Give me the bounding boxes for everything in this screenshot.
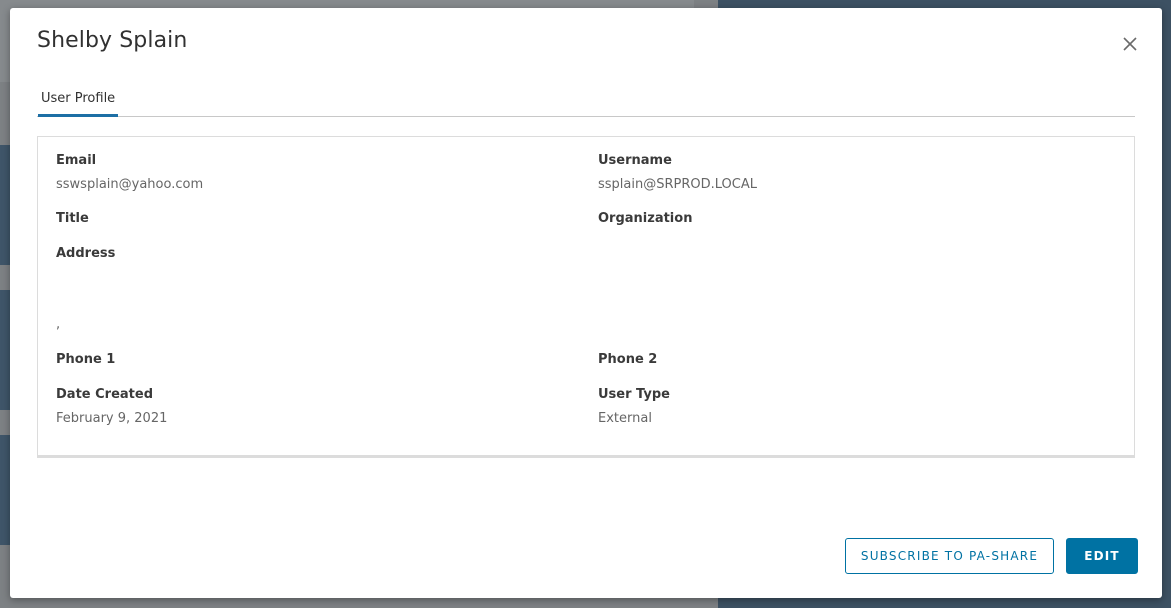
close-button[interactable]: [1120, 34, 1140, 54]
close-icon: [1123, 37, 1137, 51]
username-label: Username: [598, 153, 672, 168]
phone2-label: Phone 2: [598, 352, 658, 367]
email-value: sswsplain@yahoo.com: [56, 177, 204, 192]
email-label: Email: [56, 153, 97, 168]
user-profile-modal: Shelby Splain User Profile Email sswspla…: [10, 8, 1162, 598]
address-value: ,: [56, 317, 61, 332]
user-type-value: External: [598, 411, 652, 426]
address-label: Address: [56, 246, 116, 261]
user-type-label: User Type: [598, 387, 670, 402]
subscribe-button[interactable]: SUBSCRIBE TO PA-SHARE: [845, 538, 1054, 574]
username-value: ssplain@SRPROD.LOCAL: [598, 177, 757, 192]
edit-button[interactable]: EDIT: [1066, 538, 1138, 574]
date-created-label: Date Created: [56, 387, 153, 402]
tab-bar: User Profile: [37, 87, 1135, 117]
tab-user-profile[interactable]: User Profile: [38, 87, 119, 117]
title-label: Title: [56, 211, 89, 226]
profile-card: Email sswsplain@yahoo.com Username sspla…: [37, 136, 1135, 458]
modal-title: Shelby Splain: [37, 28, 188, 53]
date-created-value: February 9, 2021: [56, 411, 168, 426]
phone1-label: Phone 1: [56, 352, 116, 367]
organization-label: Organization: [598, 211, 693, 226]
